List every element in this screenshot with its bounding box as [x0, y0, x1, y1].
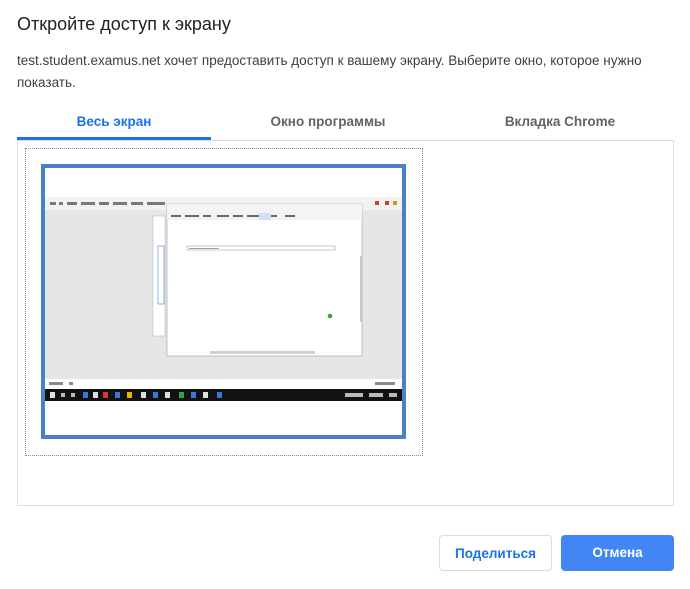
screen-thumbnail-image [45, 168, 402, 435]
dialog-title: Откройте доступ к экрану [17, 14, 231, 34]
cancel-button[interactable]: Отмена [561, 535, 674, 571]
tab-chrome-tab[interactable]: Вкладка Chrome [463, 108, 657, 140]
dialog-description: test.student.examus.net хочет предостави… [17, 53, 642, 90]
source-tabs: Весь экран Окно программы Вкладка Chrome [17, 108, 674, 140]
tab-application-window[interactable]: Окно программы [231, 108, 425, 140]
screen-source-item[interactable] [25, 148, 423, 456]
sources-panel [17, 140, 674, 506]
tab-entire-screen[interactable]: Весь экран [17, 108, 211, 140]
share-button[interactable]: Поделиться [439, 535, 552, 571]
screen-thumbnail[interactable] [41, 164, 406, 439]
